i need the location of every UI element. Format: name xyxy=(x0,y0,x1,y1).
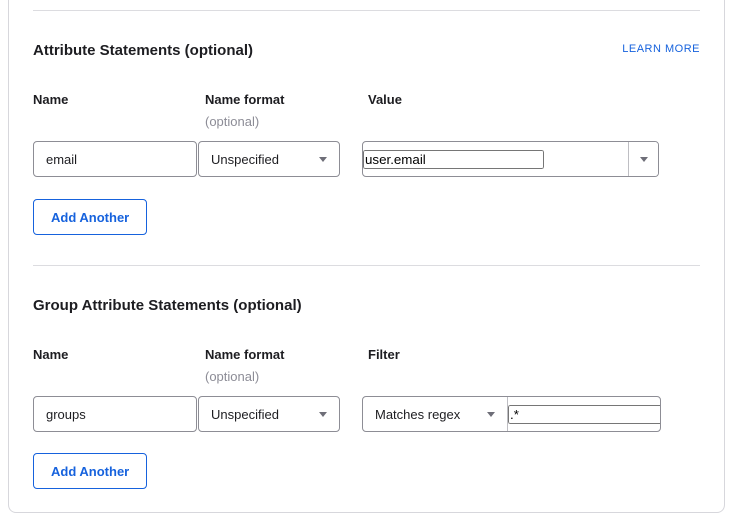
column-header-group-name-format-hint: (optional) xyxy=(205,369,259,384)
section-divider-middle xyxy=(33,265,700,266)
group-filter-combo: Matches regex xyxy=(362,396,661,432)
column-header-name-format-hint: (optional) xyxy=(205,114,259,129)
attribute-value-field xyxy=(363,142,628,176)
attribute-value-dropdown-toggle[interactable] xyxy=(628,142,658,176)
chevron-down-icon xyxy=(319,157,327,162)
filter-type-select[interactable]: Matches regex xyxy=(363,397,508,431)
attribute-name-input[interactable] xyxy=(34,142,196,176)
attribute-value-input[interactable] xyxy=(363,150,544,169)
group-name-field xyxy=(33,396,197,432)
section-divider-top xyxy=(33,10,700,11)
learn-more-link[interactable]: LEARN MORE xyxy=(622,43,700,55)
chevron-down-icon xyxy=(319,412,327,417)
chevron-down-icon xyxy=(487,412,495,417)
attribute-name-field xyxy=(33,141,197,177)
group-name-format-select[interactable]: Unspecified xyxy=(198,396,340,432)
attribute-statements-title: Attribute Statements (optional) xyxy=(33,42,253,59)
column-header-filter: Filter xyxy=(368,347,400,362)
add-another-attribute-button[interactable]: Add Another xyxy=(33,199,147,235)
settings-card xyxy=(8,0,725,513)
attribute-name-format-value: Unspecified xyxy=(211,152,279,167)
column-header-value: Value xyxy=(368,92,402,107)
filter-value-input[interactable] xyxy=(508,405,661,424)
column-header-group-name: Name xyxy=(33,347,68,362)
add-another-group-attribute-button[interactable]: Add Another xyxy=(33,453,147,489)
column-header-name-format: Name format xyxy=(205,92,284,107)
group-name-input[interactable] xyxy=(34,397,196,431)
column-header-name: Name xyxy=(33,92,68,107)
group-name-format-value: Unspecified xyxy=(211,407,279,422)
group-attribute-statements-title: Group Attribute Statements (optional) xyxy=(33,297,302,314)
filter-value-field xyxy=(508,397,661,431)
attribute-value-combo xyxy=(362,141,659,177)
chevron-down-icon xyxy=(640,157,648,162)
attribute-name-format-select[interactable]: Unspecified xyxy=(198,141,340,177)
filter-type-value: Matches regex xyxy=(375,407,460,422)
column-header-group-name-format: Name format xyxy=(205,347,284,362)
